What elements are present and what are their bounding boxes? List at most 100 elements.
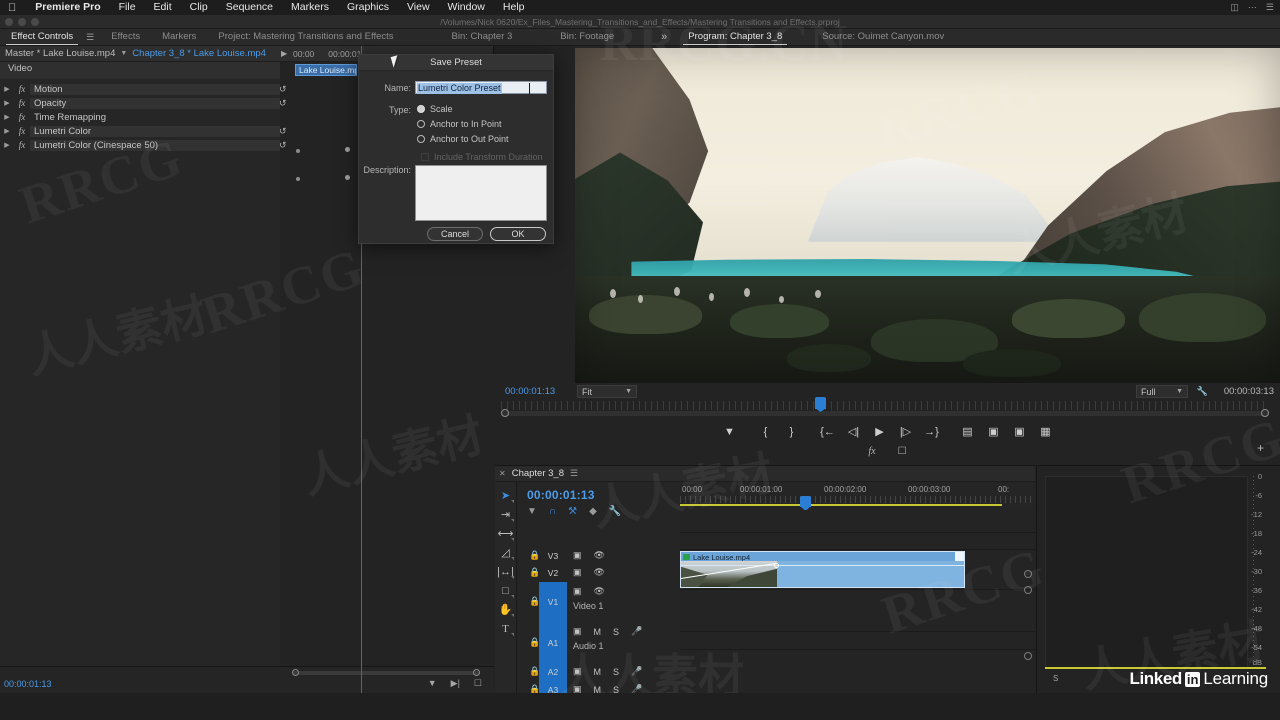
eye-icon[interactable]: 👁: [594, 550, 605, 561]
lock-icon[interactable]: 🔒: [529, 550, 540, 561]
disclosure-triangle-icon[interactable]: ▶: [0, 113, 14, 121]
sync-lock-icon[interactable]: ▣: [573, 550, 582, 561]
lock-icon[interactable]: 🔒: [529, 666, 540, 677]
track-header-v1[interactable]: 🔒 V1 ▣ 👁 Video 1: [517, 582, 680, 622]
fx-icon[interactable]: fx: [14, 84, 30, 94]
zoom-level-select[interactable]: Fit ▼: [577, 385, 637, 398]
video-section-header[interactable]: Video: [0, 62, 280, 79]
menu-sequence[interactable]: Sequence: [217, 0, 282, 15]
radio-option-anchor-out[interactable]: Anchor to Out Point: [417, 134, 509, 144]
tab-source-monitor[interactable]: Source: Ouimet Canyon.mov: [811, 29, 955, 45]
track-header-a1[interactable]: 🔒 A1 ▣ M S 🎤 Audio 1: [517, 622, 680, 664]
apple-icon[interactable]: : [8, 2, 16, 14]
clip-trim-handle[interactable]: [955, 552, 964, 561]
track-tag[interactable]: V2: [543, 568, 563, 578]
reset-lumetri-icon[interactable]: ↺: [279, 126, 287, 137]
chevron-down-icon[interactable]: ▼: [120, 50, 127, 57]
sync-lock-icon[interactable]: ▣: [573, 567, 582, 578]
step-back-icon[interactable]: ◁|: [841, 422, 867, 442]
timeline-track-area[interactable]: Lake Louise.mp4: [680, 510, 1035, 693]
selection-tool-icon[interactable]: ➤: [495, 486, 516, 505]
program-monitor-ruler[interactable]: [501, 401, 1269, 410]
go-to-out-icon[interactable]: →}: [919, 422, 945, 442]
program-duration-timecode[interactable]: 00:00:03:13: [1224, 386, 1274, 397]
track-tag[interactable]: V1: [543, 597, 563, 607]
mute-icon[interactable]: M: [594, 667, 602, 677]
timeline-scroll-handle-top[interactable]: [1024, 570, 1032, 578]
radio-option-scale[interactable]: Scale: [417, 104, 453, 114]
preset-name-input[interactable]: Lumetri Color Preset: [415, 81, 547, 94]
hamburger-icon[interactable]: ☰: [570, 468, 578, 479]
fx-icon[interactable]: fx: [14, 140, 30, 150]
sync-lock-icon[interactable]: ▣: [573, 626, 582, 637]
mark-out-icon[interactable]: }: [779, 422, 805, 442]
tab-project[interactable]: Project: Mastering Transitions and Effec…: [207, 29, 404, 45]
sequence-clip-label[interactable]: Chapter 3_8 * Lake Louise.mp4: [132, 48, 266, 59]
fx-icon[interactable]: fx: [14, 112, 30, 122]
go-to-in-icon[interactable]: {←: [815, 422, 841, 442]
control-center-icon[interactable]: ☰: [1266, 2, 1274, 13]
type-tool-icon[interactable]: T: [495, 619, 516, 638]
add-marker-icon[interactable]: ▼: [717, 422, 743, 442]
lift-icon[interactable]: ▤: [955, 422, 981, 442]
menu-file[interactable]: File: [110, 0, 145, 15]
linked-selection-icon[interactable]: ⚒: [568, 506, 577, 517]
cancel-button[interactable]: Cancel: [427, 227, 483, 241]
disclosure-triangle-icon[interactable]: ▶: [0, 99, 14, 107]
mark-in-icon[interactable]: {: [753, 422, 779, 442]
keyframe-dot[interactable]: [345, 147, 350, 152]
effect-controls-timecode[interactable]: 00:00:01:13: [4, 679, 52, 689]
hand-tool-icon[interactable]: ✋: [495, 600, 516, 619]
timeline-sequence-tab[interactable]: Chapter 3_8: [512, 468, 564, 479]
zoom-handle-right[interactable]: [1261, 409, 1269, 417]
effect-controls-menu-icon[interactable]: ☰: [84, 29, 100, 45]
track-name[interactable]: Audio 1: [573, 641, 604, 651]
disclosure-triangle-icon[interactable]: ▶: [0, 127, 14, 135]
expand-arrow-icon[interactable]: ▶: [281, 49, 287, 58]
slip-tool-icon[interactable]: |↔|: [495, 562, 516, 581]
audio-meter-display[interactable]: [1045, 476, 1248, 669]
snap-icon[interactable]: ∩: [549, 506, 556, 517]
close-icon[interactable]: ✕: [499, 469, 506, 478]
radio-button-icon[interactable]: [417, 120, 425, 128]
scroll-handle-right[interactable]: [473, 669, 480, 676]
menu-graphics[interactable]: Graphics: [338, 0, 398, 15]
play-icon[interactable]: ▶: [867, 422, 893, 442]
track-header-v2[interactable]: 🔒 V2 ▣ 👁: [517, 565, 680, 582]
solo-icon[interactable]: S: [613, 627, 619, 637]
tab-markers[interactable]: Markers: [151, 29, 207, 45]
keyframe-dot[interactable]: [345, 175, 350, 180]
track-tag[interactable]: V3: [543, 551, 563, 561]
sync-lock-icon[interactable]: ▣: [573, 586, 582, 597]
scroll-handle-left[interactable]: [292, 669, 299, 676]
solo-icon[interactable]: S: [613, 667, 619, 677]
plus-icon[interactable]: +: [1257, 441, 1264, 455]
track-tag[interactable]: A1: [543, 638, 563, 648]
lock-icon[interactable]: 🔒: [529, 596, 540, 607]
eye-icon[interactable]: 👁: [594, 586, 605, 597]
menu-help[interactable]: Help: [494, 0, 534, 15]
safe-margins-icon[interactable]: ☐: [898, 446, 907, 457]
track-tag[interactable]: A3: [543, 685, 563, 695]
preset-description-input[interactable]: [415, 165, 547, 221]
timeline-ruler[interactable]: 00:00 00:00:01:00 00:00:02:00 00:00:03:0…: [680, 482, 1035, 510]
reset-lumetri-cinespace-icon[interactable]: ↺: [279, 140, 287, 151]
menu-markers[interactable]: Markers: [282, 0, 338, 15]
audio-solo-label[interactable]: S: [1053, 674, 1058, 683]
app-menu-premiere-pro[interactable]: Premiere Pro: [26, 0, 109, 15]
disclosure-triangle-icon[interactable]: ▶: [0, 141, 14, 149]
menu-view[interactable]: View: [398, 0, 439, 15]
radio-button-icon[interactable]: [417, 135, 425, 143]
program-monitor-video-frame[interactable]: RRCG 人人素材: [575, 48, 1280, 383]
keyframe-dot[interactable]: [296, 149, 300, 153]
radio-option-anchor-in[interactable]: Anchor to In Point: [417, 119, 502, 129]
track-select-forward-tool-icon[interactable]: ⇥: [495, 505, 516, 524]
keyframe-dot[interactable]: [296, 177, 300, 181]
menu-window[interactable]: Window: [439, 0, 494, 15]
program-playhead-timecode[interactable]: 00:00:01:13: [505, 386, 555, 397]
program-monitor-scrub-bar[interactable]: [501, 411, 1269, 416]
ok-button[interactable]: OK: [490, 227, 546, 241]
radio-button-icon[interactable]: [417, 105, 425, 113]
track-header-a2[interactable]: 🔒 A2 ▣ M S 🎤: [517, 664, 680, 682]
work-area-bar[interactable]: [680, 504, 1002, 506]
